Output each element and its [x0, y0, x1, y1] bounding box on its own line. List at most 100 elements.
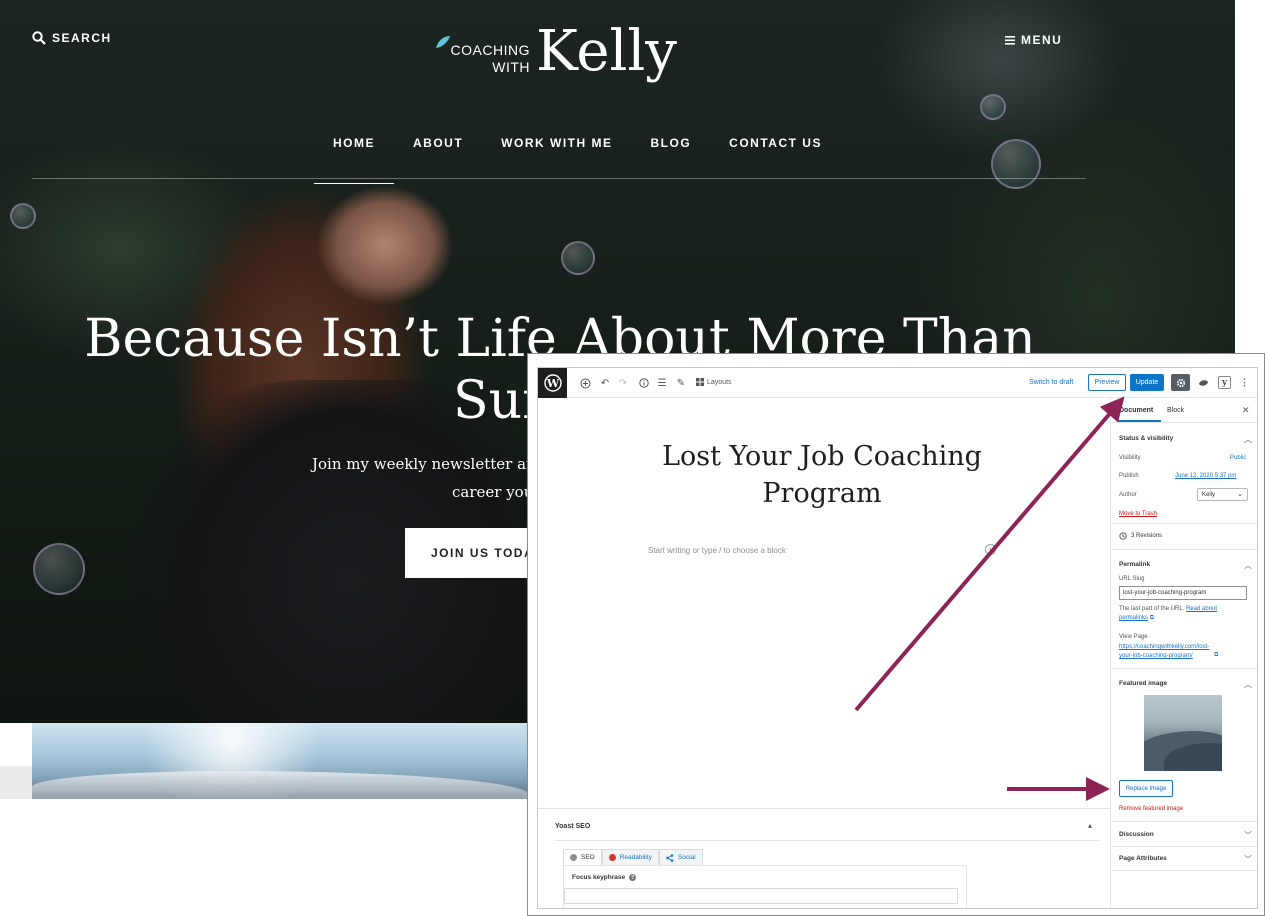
move-to-trash-link[interactable]: Move to Trash: [1119, 511, 1157, 517]
sidebar-tabs: Document Block ✕: [1111, 398, 1257, 423]
wp-editor: W ↶ ↷ ☰ ✎ Layouts Switch to draft Previe…: [537, 367, 1258, 909]
svg-text:W: W: [545, 377, 559, 390]
author-value: Kelly: [1202, 491, 1216, 498]
slug-help-text: The last part of the URL. Read about per…: [1119, 605, 1249, 623]
page-attributes-label: Page Attributes: [1119, 855, 1167, 862]
redo-icon[interactable]: ↷: [616, 376, 630, 390]
sidebar-divider: [1111, 668, 1257, 669]
yoast-divider: [555, 840, 1100, 841]
nav-work-with-me[interactable]: WORK WITH ME: [482, 133, 631, 184]
sidebar-divider: [1111, 846, 1257, 847]
yoast-tab-seo[interactable]: SEO: [563, 849, 602, 865]
yoast-tab-social-label: Social: [677, 854, 696, 861]
chevron-up-icon: ︿: [1244, 680, 1252, 689]
layouts-button[interactable]: Layouts: [696, 378, 732, 386]
logo-name: Kelly: [536, 19, 677, 84]
logo-line1: COACHING: [450, 42, 530, 58]
url-slug-input[interactable]: lost-your-job-coaching-program: [1119, 586, 1247, 600]
read-about-link[interactable]: Read about: [1186, 606, 1217, 612]
discussion-heading[interactable]: Discussion ﹀: [1111, 831, 1257, 840]
tab-document[interactable]: Document: [1119, 407, 1153, 414]
close-icon[interactable]: ✕: [1242, 405, 1250, 416]
author-label: Author: [1119, 492, 1137, 498]
help-icon[interactable]: ?: [629, 874, 637, 881]
nav-contact-us[interactable]: CONTACT US: [710, 133, 841, 184]
featured-image-heading[interactable]: Featured image ︿: [1111, 680, 1257, 689]
wp-editor-screenshot: W ↶ ↷ ☰ ✎ Layouts Switch to draft Previe…: [527, 353, 1265, 916]
plugin-badge-icon[interactable]: [1197, 376, 1210, 389]
chevron-down-icon: ﹀: [1244, 831, 1252, 840]
permalink-heading[interactable]: Permalink ︿: [1111, 561, 1257, 570]
nav-home[interactable]: HOME: [314, 133, 394, 184]
edit-pencil-icon[interactable]: ✎: [674, 376, 688, 390]
hamburger-icon: [1005, 36, 1015, 45]
share-icon: [666, 853, 674, 862]
bubble-decoration: [10, 203, 36, 229]
chevron-down-icon: ﹀: [1244, 855, 1252, 864]
post-title[interactable]: Lost Your Job Coaching Program: [622, 438, 1022, 512]
view-page-link-line1[interactable]: https://coachingwithkelly.com/lost-: [1119, 644, 1209, 650]
preview-button[interactable]: Preview: [1088, 374, 1126, 391]
chevron-up-icon: ︿: [1244, 561, 1252, 570]
sidebar-divider: [1111, 870, 1257, 871]
page-attributes-heading[interactable]: Page Attributes ﹀: [1111, 855, 1257, 864]
focus-keyphrase-text: Focus keyphrase: [572, 874, 626, 881]
status-visibility-label: Status & visibility: [1119, 435, 1174, 442]
search-button[interactable]: SEARCH: [32, 31, 112, 45]
update-button[interactable]: Update: [1130, 374, 1164, 391]
logo-line2: WITH: [492, 59, 530, 75]
focus-keyphrase-input[interactable]: [564, 888, 958, 904]
yoast-tabs: SEO Readability Social: [563, 849, 703, 865]
sidebar-divider: [1111, 549, 1257, 550]
info-icon[interactable]: [637, 376, 651, 390]
permalinks-link[interactable]: permalinks: [1119, 615, 1148, 621]
author-select[interactable]: Kelly ⌄: [1197, 488, 1248, 501]
hero-photo-face: [300, 170, 470, 320]
featured-image-thumbnail[interactable]: [1144, 695, 1222, 771]
undo-icon[interactable]: ↶: [598, 376, 612, 390]
switch-to-draft-link[interactable]: Switch to draft: [1029, 379, 1073, 386]
more-options-icon[interactable]: ⋮: [1238, 376, 1251, 389]
revisions-link[interactable]: 3 Revisions: [1119, 532, 1162, 540]
publish-label: Publish: [1119, 473, 1139, 479]
outline-icon[interactable]: ☰: [655, 376, 669, 390]
site-logo[interactable]: COACHING WITH Kelly: [434, 20, 694, 95]
yoast-tab-social[interactable]: Social: [658, 849, 703, 865]
yoast-tab-readability-label: Readability: [619, 854, 652, 861]
cloud-band: [32, 771, 530, 799]
chevron-up-icon: ︿: [1244, 435, 1252, 444]
bubble-decoration: [980, 94, 1006, 120]
external-link-icon: ⧉: [1214, 652, 1219, 658]
tab-block[interactable]: Block: [1167, 407, 1184, 414]
yoast-title: Yoast SEO: [555, 823, 591, 830]
add-block-icon[interactable]: [578, 376, 592, 390]
logo-tagline: COACHING WITH: [450, 42, 530, 76]
readability-status-dot: [608, 854, 616, 861]
layouts-label: Layouts: [707, 378, 732, 386]
permalink-label: Permalink: [1119, 561, 1151, 568]
wordpress-logo-button[interactable]: W: [538, 368, 567, 398]
nav-blog[interactable]: BLOG: [632, 133, 711, 184]
yoast-icon[interactable]: y: [1218, 376, 1231, 389]
remove-featured-image-link[interactable]: Remove featured image: [1119, 806, 1183, 812]
nav-about[interactable]: ABOUT: [394, 133, 482, 184]
yoast-seo-content: Focus keyphrase ?: [563, 865, 967, 908]
block-placeholder[interactable]: Start writing or type / to choose a bloc…: [648, 546, 786, 555]
publish-date-link[interactable]: June 12, 2020 5:37 pm: [1175, 473, 1236, 479]
main-nav: HOME ABOUT WORK WITH ME BLOG CONTACT US: [314, 133, 841, 184]
search-label: SEARCH: [52, 31, 112, 45]
replace-image-button[interactable]: Replace Image: [1119, 780, 1173, 797]
view-page-link-line2[interactable]: your-job-coaching-program/: [1119, 653, 1193, 659]
chevron-up-icon[interactable]: ▴: [1088, 821, 1092, 830]
active-tab-indicator: [1117, 420, 1161, 422]
visibility-value[interactable]: Public: [1230, 455, 1246, 461]
revisions-label: 3 Revisions: [1131, 533, 1163, 539]
yoast-tab-seo-label: SEO: [581, 854, 595, 861]
inline-add-block-icon[interactable]: +: [985, 544, 996, 555]
layouts-icon: [696, 378, 704, 386]
yoast-seo-panel: Yoast SEO ▴ SEO Readability Social Focus…: [538, 808, 1110, 908]
status-visibility-heading[interactable]: Status & visibility ︿: [1111, 435, 1257, 444]
yoast-tab-readability[interactable]: Readability: [601, 849, 659, 865]
menu-button[interactable]: MENU: [1005, 33, 1062, 47]
settings-button[interactable]: [1171, 374, 1190, 391]
